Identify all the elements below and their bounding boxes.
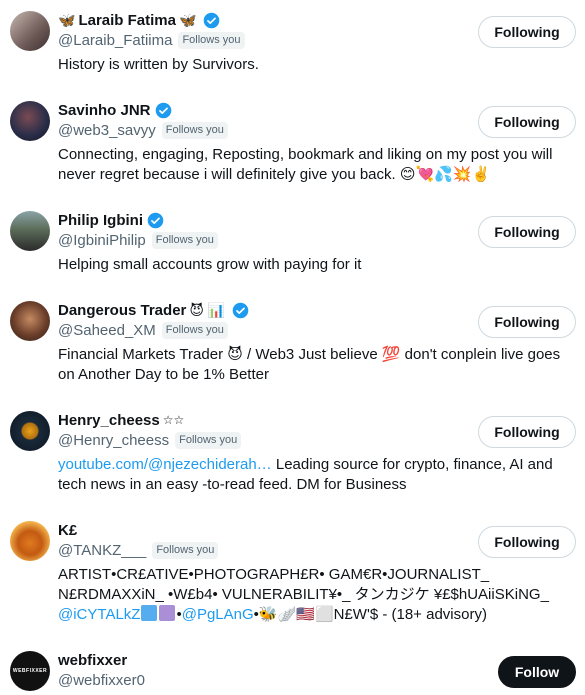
follows-you-badge: Follows you	[161, 322, 228, 339]
list-item[interactable]: 🦋 Laraib Fatima 🦋 @Laraib_Fatiima Follow…	[0, 0, 585, 90]
following-button[interactable]: Following	[478, 416, 576, 448]
user-name[interactable]: Laraib Fatima	[78, 12, 176, 29]
verified-badge-icon	[155, 102, 171, 118]
user-bio: Connecting, engaging, Reposting, bookmar…	[58, 146, 553, 183]
bio-link[interactable]: @iCYTALkZ	[58, 606, 140, 623]
user-handle[interactable]: @webfixxer0	[58, 672, 145, 689]
bio-text: ARTIST•CR£ATIVE•PHOTOGRAPH£R• GAM€R•JOUR…	[58, 566, 549, 603]
following-button[interactable]: Following	[478, 216, 576, 248]
bio-text: •🐝🪽🇺🇸⬜N£W'$ - (18+ advisory)	[253, 606, 487, 623]
verified-badge-icon	[147, 212, 164, 228]
blue-square-icon	[141, 605, 158, 621]
user-bio: youtube.com/@njezechiderah… Leading sour…	[58, 455, 578, 495]
following-button[interactable]: Following	[478, 16, 576, 48]
user-bio: Financial Markets Trader 😈 / Web3 Just b…	[58, 346, 561, 383]
avatar-logo-text: WEBFIXXER	[12, 668, 48, 674]
list-item[interactable]: K£ @TANKZ___ Follows you ARTIST•CR£ATIVE…	[0, 510, 585, 640]
name-emoji: 😈 📊	[189, 301, 226, 318]
user-bio: ARTIST•CR£ATIVE•PHOTOGRAPH£R• GAM€R•JOUR…	[58, 565, 578, 625]
name-emoji: 🦋	[58, 11, 76, 28]
follower-list: 🦋 Laraib Fatima 🦋 @Laraib_Fatiima Follow…	[0, 0, 585, 695]
user-name[interactable]: Savinho JNR	[58, 102, 151, 119]
avatar[interactable]	[10, 11, 50, 51]
avatar[interactable]	[10, 101, 50, 141]
verified-badge-icon	[233, 302, 249, 318]
following-button[interactable]: Following	[478, 306, 576, 338]
avatar[interactable]	[10, 411, 50, 451]
user-bio: Helping small accounts grow with paying …	[58, 256, 362, 273]
list-item[interactable]: Henry_cheess ☆☆ @Henry_cheess Follows yo…	[0, 400, 585, 510]
avatar[interactable]: WEBFIXXER	[10, 651, 50, 691]
avatar[interactable]	[10, 301, 50, 341]
user-handle[interactable]: @TANKZ___	[58, 542, 146, 559]
user-name[interactable]: Henry_cheess	[58, 412, 160, 429]
follows-you-badge: Follows you	[175, 432, 242, 449]
follow-button[interactable]: Follow	[498, 656, 576, 688]
avatar[interactable]	[10, 211, 50, 251]
bio-link[interactable]: @PgLAnG	[182, 606, 254, 623]
user-handle[interactable]: @Henry_cheess	[58, 432, 169, 449]
user-name[interactable]: webfixxer	[58, 652, 127, 669]
name-emoji: 🦋	[178, 11, 197, 28]
user-bio: History is written by Survivors.	[58, 56, 259, 73]
user-handle[interactable]: @Laraib_Fatiima	[58, 32, 172, 49]
bio-link[interactable]: youtube.com/@njezechiderah…	[58, 456, 272, 473]
list-item[interactable]: Dangerous Trader 😈 📊 @Saheed_XM Follows …	[0, 290, 585, 400]
following-button[interactable]: Following	[478, 106, 576, 138]
user-name[interactable]: Philip Igbini	[58, 212, 143, 229]
follows-you-badge: Follows you	[161, 122, 228, 139]
user-name[interactable]: K£	[58, 522, 77, 539]
verified-badge-icon	[204, 12, 220, 28]
following-button[interactable]: Following	[478, 526, 576, 558]
purple-square-icon	[159, 605, 176, 621]
name-emoji: ☆☆	[162, 413, 185, 427]
user-handle[interactable]: @web3_savyy	[58, 122, 156, 139]
avatar[interactable]	[10, 521, 50, 561]
user-name[interactable]: Dangerous Trader	[58, 302, 186, 319]
user-handle[interactable]: @Saheed_XM	[58, 322, 156, 339]
follows-you-badge: Follows you	[178, 32, 245, 49]
follows-you-badge: Follows you	[151, 232, 218, 249]
list-item[interactable]: WEBFIXXER webfixxer @webfixxer0 Follow	[0, 640, 585, 695]
list-item[interactable]: Philip Igbini @IgbiniPhilip Follows you …	[0, 200, 585, 290]
follows-you-badge: Follows you	[152, 542, 219, 559]
list-item[interactable]: Savinho JNR @web3_savyy Follows you Conn…	[0, 90, 585, 200]
user-handle[interactable]: @IgbiniPhilip	[58, 232, 146, 249]
